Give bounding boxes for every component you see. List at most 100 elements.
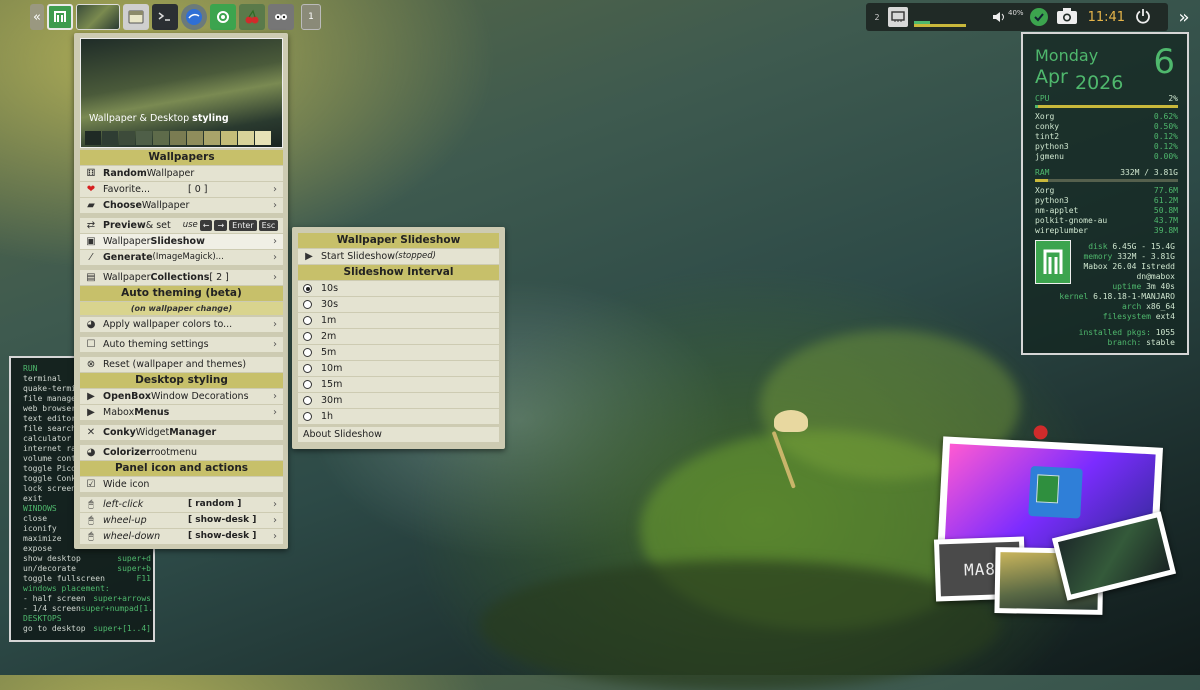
interval-option[interactable]: 2m [298, 329, 499, 344]
interval-option[interactable]: 10m [298, 361, 499, 376]
wheel-down-item[interactable]: 🖰 wheel-down [ show-desk ] › [80, 529, 283, 544]
browser-icon[interactable] [181, 4, 207, 30]
interval-option[interactable]: 30s [298, 297, 499, 312]
wallpaper-collections-item[interactable]: ▤ Wallpaper Collections [ 2 ] › [80, 270, 283, 285]
wallpaper-thumbnail-icon[interactable] [76, 4, 120, 30]
chevron-right-icon: › [273, 391, 277, 402]
keybind-action: close [23, 514, 48, 523]
auto-theming-settings-item[interactable]: ☐ Auto theming settings › [80, 337, 283, 352]
preview-set-item[interactable]: ⇄ Preview & set use ← → Enter Esc [80, 218, 283, 233]
apply-colors-item[interactable]: ◕ Apply wallpaper colors to... › [80, 317, 283, 332]
mabox-menu-icon[interactable] [47, 4, 73, 30]
pushpin-icon [1033, 425, 1048, 440]
header-slideshow-interval: Slideshow Interval [298, 265, 499, 280]
conky-branch-value: stable [1146, 338, 1175, 347]
cherries-icon[interactable] [239, 4, 265, 30]
colorizer-item[interactable]: ◕ Colorizer rootmenu [80, 445, 283, 460]
keybind-action: maximize [23, 534, 62, 543]
wallpaper-slideshow-item[interactable]: ▣ Wallpaper Slideshow › [80, 234, 283, 249]
collections-bold: Collections [150, 272, 210, 283]
choose-wallpaper-item[interactable]: ▰ Choose Wallpaper › [80, 198, 283, 213]
wheel-up-item[interactable]: 🖰 wheel-up [ show-desk ] › [80, 513, 283, 528]
network-icon[interactable] [888, 7, 908, 27]
checkbox-checked-icon: ☑ [86, 479, 96, 490]
process-value: 0.12% [1153, 132, 1178, 141]
colorizer-bold: Colorizer [103, 447, 151, 458]
volume-control[interactable]: 40% [992, 9, 1024, 23]
keybind-action: show desktop [23, 554, 81, 563]
keybind-action: text editor [23, 414, 76, 423]
random-wallpaper-item[interactable]: ⚅ Random Wallpaper [80, 166, 283, 181]
openbox-decorations-item[interactable]: ▶ OpenBox Window Decorations › [80, 389, 283, 404]
keybind-action: go to desktop [23, 624, 86, 633]
about-slideshow-item[interactable]: About Slideshow [298, 427, 499, 442]
workspace-indicator[interactable]: 1 [301, 4, 321, 30]
chevron-right-icon: › [273, 184, 277, 195]
keybind-action: web browser [23, 404, 76, 413]
keybind-row: - 1/4 screensuper+numpad[1..9] [23, 604, 153, 614]
conky-pkgs-label: installed pkgs: [1078, 328, 1151, 337]
preview-bold: Preview [103, 220, 146, 231]
start-slideshow-item[interactable]: ▶ Start Slideshow (stopped) [298, 249, 499, 264]
keybind-action: toggle fullscreen [23, 574, 105, 583]
file-manager-icon[interactable] [123, 4, 149, 30]
interval-option[interactable]: 5m [298, 345, 499, 360]
sys-value: x86_64 [1146, 302, 1175, 311]
wide-icon-item[interactable]: ☑ Wide icon [80, 477, 283, 492]
interval-option[interactable]: 1m [298, 313, 499, 328]
camera-icon[interactable] [1056, 7, 1078, 28]
left-click-item[interactable]: 🖰 left-click [ random ] › [80, 497, 283, 512]
interval-option[interactable]: 15m [298, 377, 499, 392]
keybind-row: - half screen super+arrows [23, 594, 151, 604]
mabox-pre: Mabox [103, 407, 135, 418]
process-name: polkit-gnome-au [1035, 216, 1108, 225]
slideshow-state: (stopped) [394, 251, 436, 261]
interval-option[interactable]: 30m [298, 393, 499, 408]
generate-item[interactable]: ⁄ Generate (ImageMagick)... › [80, 250, 283, 265]
slideshow-pre: Wallpaper [103, 236, 151, 247]
mabox-logo-icon [1035, 240, 1071, 284]
process-value: 43.7M [1153, 216, 1178, 225]
reset-item[interactable]: ⊗ Reset (wallpaper and themes) [80, 357, 283, 372]
settings-icon[interactable] [210, 4, 236, 30]
process-value: 0.50% [1153, 122, 1178, 131]
volume-icon [993, 12, 1004, 22]
process-value: 0.12% [1153, 142, 1178, 151]
desktop-number[interactable]: 2 [866, 13, 888, 22]
check-shield-icon[interactable] [1029, 8, 1048, 26]
panel-expand-button[interactable]: » [1170, 3, 1198, 31]
favorite-count: [ 0 ] [188, 184, 208, 195]
terminal-icon[interactable] [152, 4, 178, 30]
wallpaper-preview[interactable]: Wallpaper & Desktop styling [80, 38, 283, 148]
process-value: 0.62% [1153, 112, 1178, 121]
top-panel-left: « 1 [30, 3, 321, 31]
conky-process-row: nm-applet 50.8M [1035, 206, 1178, 216]
collections-pre: Wallpaper [103, 272, 151, 283]
keybind-shortcut: super+[1..4] [93, 624, 151, 633]
process-name: nm-applet [1035, 206, 1079, 215]
panel-collapse-button[interactable]: « [30, 4, 44, 30]
interval-option[interactable]: 10s [298, 281, 499, 296]
chevron-right-icon: › [273, 319, 277, 330]
owl-app-icon[interactable] [268, 4, 294, 30]
power-icon[interactable] [1135, 8, 1151, 27]
favorite-item[interactable]: ❤ Favorite... [ 0 ] › [80, 182, 283, 197]
wallpaper-menu: Wallpaper & Desktop styling Wallpapers ⚅… [74, 33, 288, 549]
clock[interactable]: 11:41 [1088, 10, 1125, 25]
interval-option[interactable]: 1h [298, 409, 499, 424]
preview-caption-bold: styling [192, 113, 229, 124]
conky-manager-item[interactable]: ✕ Conky Widget Manager [80, 425, 283, 440]
sys-key: filesystem [1102, 312, 1151, 321]
color-swatch [136, 131, 152, 145]
interval-label: 2m [321, 331, 337, 342]
apply-colors-label: Apply wallpaper colors to... [103, 319, 233, 330]
keybind-row: DESKTOPS [23, 614, 151, 624]
choose-rest: Wallpaper [141, 200, 190, 211]
process-name: conky [1035, 122, 1060, 131]
reset-label: Reset (wallpaper and themes) [103, 359, 247, 370]
generate-rest: (ImageMagick)... [152, 252, 224, 262]
color-swatch [238, 131, 254, 145]
mouse-icon: 🖰 [88, 531, 94, 542]
keybind-row: un/decorate super+b [23, 564, 151, 574]
mabox-menus-item[interactable]: ▶ Mabox Menus › [80, 405, 283, 420]
